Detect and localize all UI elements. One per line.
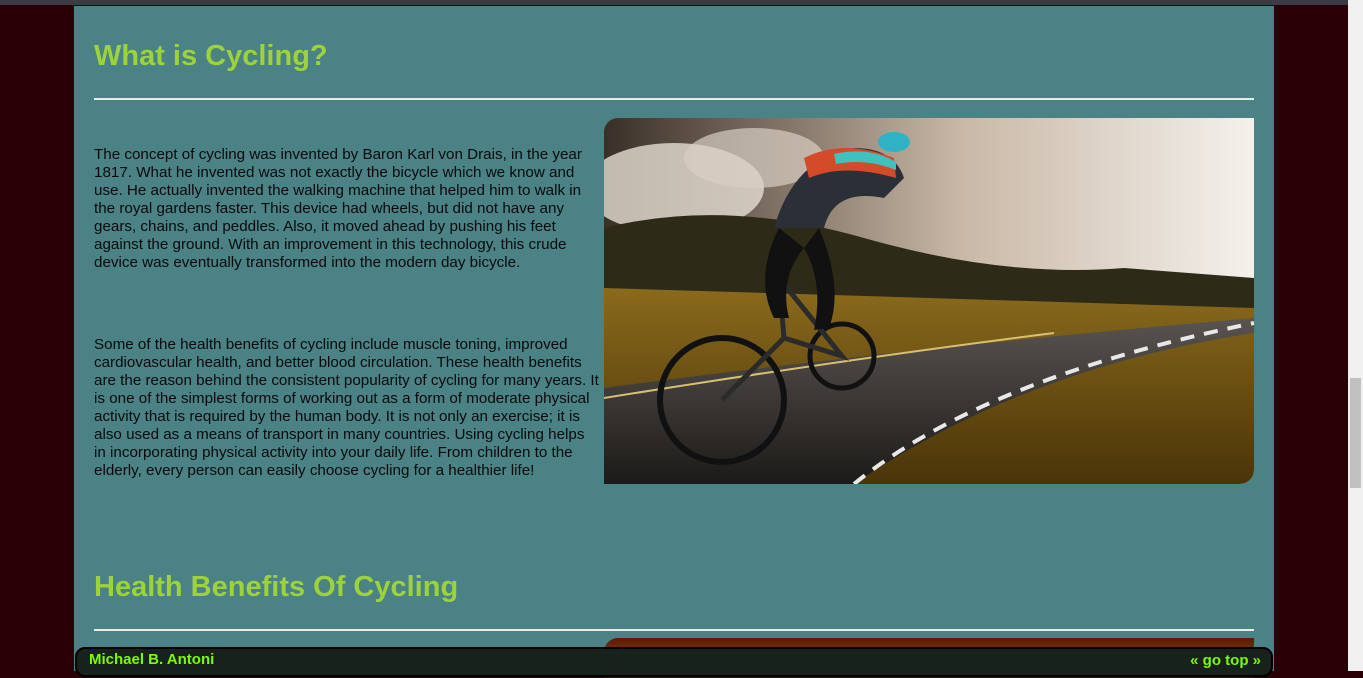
section-divider xyxy=(94,98,1254,100)
sticky-footer: Michael B. Antoni « go top » xyxy=(75,647,1273,677)
benefits-paragraph: Some of the health benefits of cycling i… xyxy=(94,336,599,479)
page-scrollbar[interactable] xyxy=(1348,0,1363,671)
section-title-health-benefits: Health Benefits Of Cycling xyxy=(94,571,459,603)
scrollbar-thumb[interactable] xyxy=(1350,378,1361,488)
intro-paragraph: The concept of cycling was invented by B… xyxy=(94,146,582,271)
content-container: What is Cycling? The concept of cycling … xyxy=(74,6,1274,678)
author-name: Michael B. Antoni xyxy=(89,651,215,668)
go-top-link[interactable]: « go top » xyxy=(1190,652,1261,669)
cyclist-road-image xyxy=(604,118,1254,484)
browser-top-edge xyxy=(0,0,1348,5)
section-title-what-is-cycling: What is Cycling? xyxy=(94,40,328,72)
section-divider-2 xyxy=(94,629,1254,631)
